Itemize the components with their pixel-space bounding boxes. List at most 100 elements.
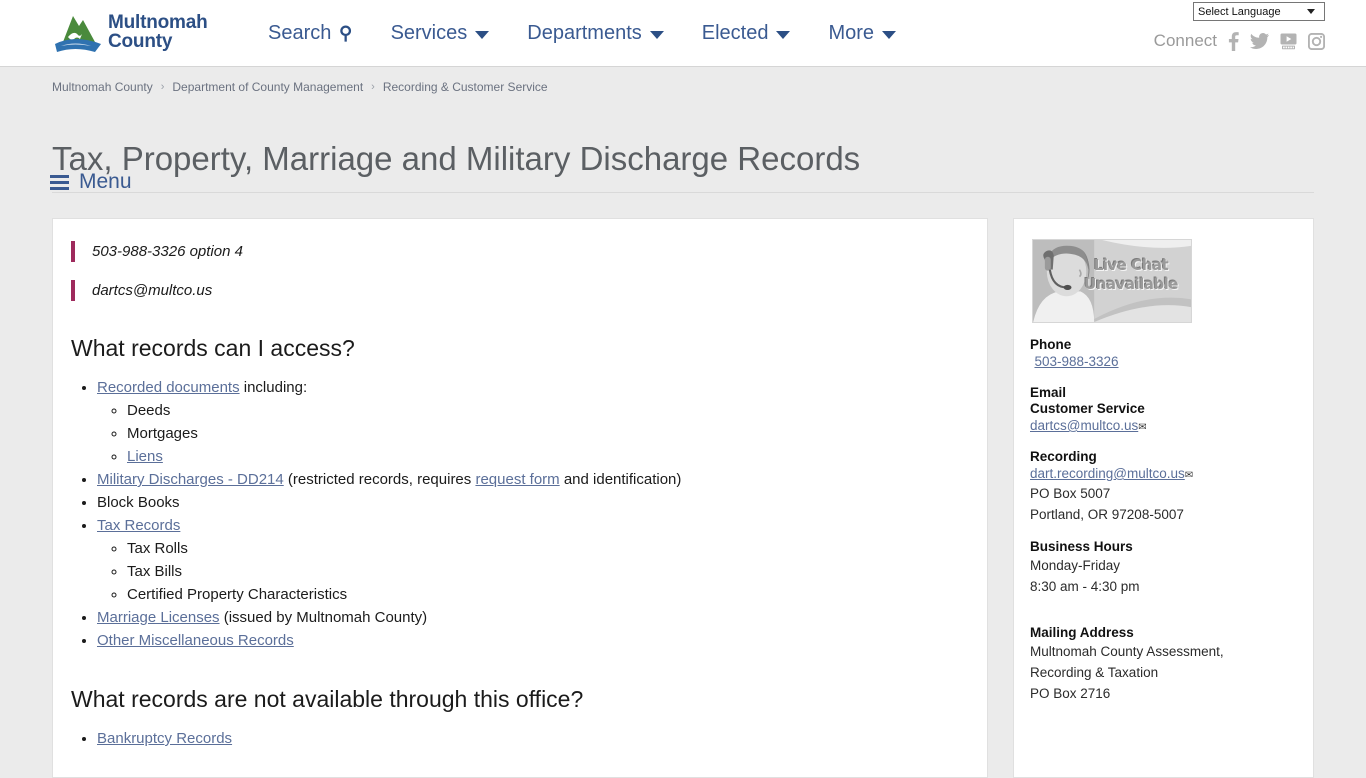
- link-recorded-documents[interactable]: Recorded documents: [97, 379, 240, 396]
- sub-item-tax-bills: Tax Bills: [127, 563, 183, 580]
- sidebar-recording-address-line2: Portland, OR 97208-5007: [1030, 507, 1184, 522]
- list-item: Tax Bills: [127, 560, 957, 583]
- link-marriage-licenses[interactable]: Marriage Licenses: [97, 609, 220, 626]
- sub-item-certified-property-characteristics: Certified Property Characteristics: [127, 586, 348, 603]
- list-item-suffix-2: and identification): [559, 471, 682, 488]
- nav-elected-label: Elected: [701, 22, 769, 44]
- section-menu-label: Menu: [79, 170, 132, 193]
- recorded-documents-sublist: Deeds Mortgages Liens: [97, 399, 957, 468]
- list-item: Bankruptcy Records: [97, 727, 957, 750]
- instagram-icon[interactable]: [1308, 32, 1325, 50]
- youtube-icon[interactable]: [1280, 33, 1297, 50]
- list-item: Other Miscellaneous Records: [97, 629, 957, 652]
- nav-elected[interactable]: Elected: [702, 22, 791, 45]
- sidebar-recording-email-row: dart.recording@multco.us✉: [1030, 465, 1297, 483]
- chevron-down-icon: [1307, 9, 1315, 14]
- nav-more[interactable]: More: [828, 22, 897, 45]
- site-header: Multnomah County Search ⚲ Services Depar…: [0, 0, 1366, 67]
- nav-search[interactable]: Search ⚲: [268, 22, 353, 45]
- sub-item-deeds: Deeds: [127, 402, 171, 419]
- sidebar-phone-row: 503-988-3326: [1030, 353, 1297, 371]
- chevron-down-icon: [649, 31, 664, 39]
- link-bankruptcy-records[interactable]: Bankruptcy Records: [97, 730, 232, 747]
- list-item: Deeds: [127, 399, 957, 422]
- language-selector[interactable]: Select Language: [1193, 2, 1325, 21]
- item-block-books: Block Books: [97, 494, 180, 511]
- nav-more-label: More: [828, 22, 875, 44]
- link-other-miscellaneous-records[interactable]: Other Miscellaneous Records: [97, 632, 294, 649]
- live-chat-status-image[interactable]: Live Chat Unavailable: [1032, 239, 1192, 323]
- breadcrumb-item-1[interactable]: Department of County Management: [172, 80, 363, 94]
- list-item: Tax Rolls: [127, 537, 957, 560]
- section-heading-records-unavailable: What records are not available through t…: [71, 686, 584, 712]
- main-navigation: Search ⚲ Services Departments Elected Mo…: [268, 22, 897, 45]
- logo-wordmark: Multnomah County: [108, 13, 208, 51]
- page-title: Tax, Property, Marriage and Military Dis…: [52, 140, 1314, 194]
- main-content-card: 503-988-3326 option 4 dartcs@multco.us W…: [52, 218, 988, 778]
- link-liens[interactable]: Liens: [127, 448, 163, 465]
- sidebar-subheading-customer-service: Customer Service: [1030, 401, 1145, 416]
- sidebar-mailing-line3: PO Box 2716: [1030, 686, 1111, 701]
- sidebar-recording-address-line1: PO Box 5007: [1030, 486, 1111, 501]
- live-chat-caption-line1: Live Chat: [1093, 256, 1169, 274]
- sidebar-heading-recording: Recording: [1030, 449, 1097, 464]
- nav-search-label: Search: [268, 22, 332, 44]
- link-military-discharges[interactable]: Military Discharges - DD214: [97, 471, 284, 488]
- sidebar-customer-service-email-row: dartcs@multco.us✉: [1030, 417, 1297, 435]
- breadcrumb-separator: ›: [160, 81, 165, 93]
- breadcrumb-item-2[interactable]: Recording & Customer Service: [383, 80, 548, 94]
- sidebar-phone-link[interactable]: 503-988-3326: [1034, 354, 1118, 369]
- logo-line1: Multnomah: [108, 12, 208, 33]
- site-logo[interactable]: Multnomah County: [49, 10, 208, 54]
- sidebar-heading-email: Email: [1030, 385, 1067, 400]
- list-item-suffix: (issued by Multnomah County): [219, 609, 428, 626]
- multnomah-county-logo-icon: [55, 16, 101, 52]
- connect-label: Connect: [1153, 31, 1217, 50]
- sidebar-heading-business-hours: Business Hours: [1030, 539, 1133, 554]
- search-icon[interactable]: ⚲: [339, 23, 352, 44]
- chevron-down-icon: [475, 31, 490, 39]
- sidebar-contact-card: Live Chat Unavailable Phone 503-988-3326…: [1013, 218, 1314, 778]
- link-request-form[interactable]: request form: [475, 471, 559, 488]
- list-item: Block Books: [97, 491, 957, 514]
- link-tax-records[interactable]: Tax Records: [97, 517, 180, 534]
- callout-email: dartcs@multco.us: [71, 280, 957, 301]
- sidebar-recording-email-link[interactable]: dart.recording@multco.us: [1030, 466, 1185, 481]
- envelope-icon: ✉: [1138, 422, 1147, 433]
- chevron-down-icon: [882, 31, 897, 39]
- nav-departments-label: Departments: [527, 22, 642, 44]
- hamburger-menu-icon: [50, 174, 69, 190]
- sidebar-customer-service-email-link[interactable]: dartcs@multco.us: [1030, 418, 1138, 433]
- list-item: Tax Records Tax Rolls Tax Bills Certifie…: [97, 514, 957, 606]
- list-item-suffix: (restricted records, requires: [283, 471, 476, 488]
- list-item-suffix: including:: [239, 379, 308, 396]
- envelope-icon: ✉: [1184, 470, 1194, 481]
- list-item: Mortgages: [127, 422, 957, 445]
- nav-services[interactable]: Services: [391, 22, 490, 45]
- sidebar-business-hours-time: 8:30 am - 4:30 pm: [1030, 579, 1140, 594]
- sidebar-heading-mailing-address: Mailing Address: [1030, 625, 1134, 640]
- tax-records-sublist: Tax Rolls Tax Bills Certified Property C…: [97, 537, 957, 606]
- sub-item-tax-rolls: Tax Rolls: [127, 540, 188, 557]
- list-item: Recorded documents including: Deeds Mort…: [97, 376, 957, 468]
- section-menu-toggle[interactable]: Menu: [50, 170, 132, 194]
- list-item: Liens: [127, 445, 957, 468]
- sidebar-business-hours-days: Monday-Friday: [1030, 558, 1121, 573]
- breadcrumb-separator: ›: [371, 81, 375, 93]
- list-item: Certified Property Characteristics: [127, 583, 957, 606]
- logo-line2: County: [108, 31, 173, 52]
- live-chat-caption-line2: Unavailable: [1084, 275, 1178, 293]
- live-chat-caption: Live Chat Unavailable: [1077, 256, 1185, 294]
- list-item: Military Discharges - DD214 (restricted …: [97, 468, 957, 491]
- connect-social-bar: Connect: [1154, 31, 1325, 51]
- twitter-icon[interactable]: [1250, 32, 1269, 50]
- breadcrumb-item-0[interactable]: Multnomah County: [52, 80, 153, 94]
- sidebar-mailing-line2: Recording & Taxation: [1030, 665, 1159, 680]
- nav-services-label: Services: [390, 22, 468, 44]
- records-unavailable-list: Bankruptcy Records: [71, 727, 957, 750]
- records-access-list: Recorded documents including: Deeds Mort…: [71, 376, 957, 652]
- nav-departments[interactable]: Departments: [527, 22, 664, 45]
- chevron-down-icon: [776, 31, 791, 39]
- facebook-icon[interactable]: [1228, 31, 1239, 51]
